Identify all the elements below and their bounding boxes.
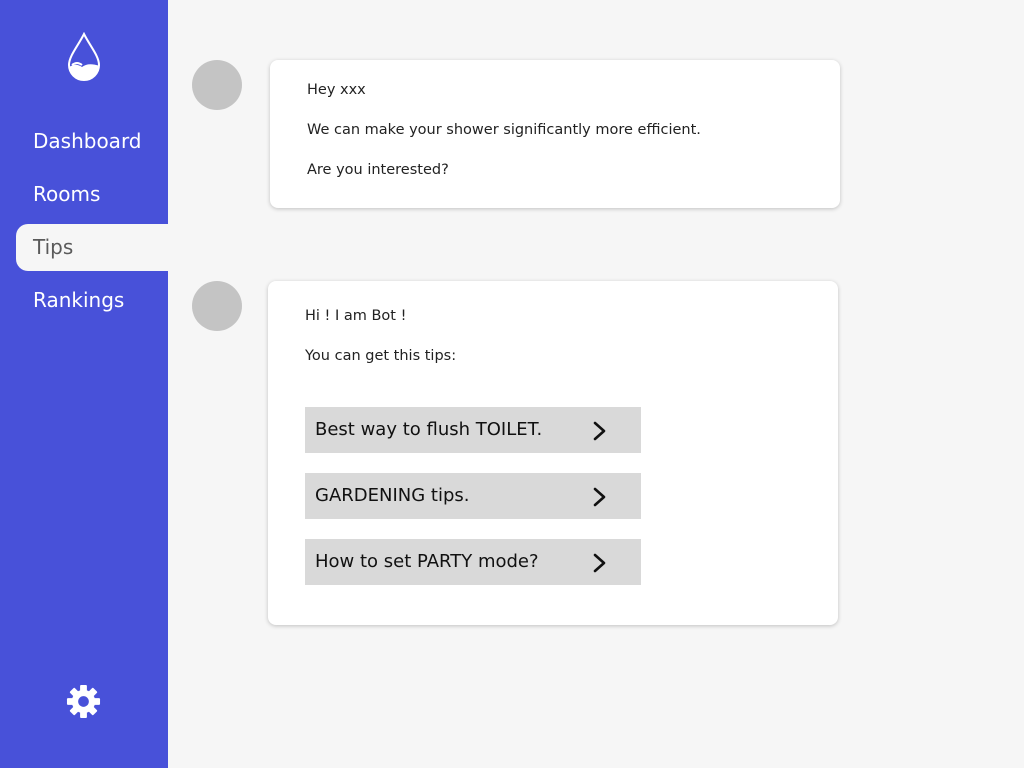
message-text: We can make your shower significantly mo… (307, 122, 701, 138)
message-text: You can get this tips: (305, 348, 457, 364)
gear-icon[interactable] (66, 684, 101, 719)
chevron-right-icon (593, 553, 606, 573)
sidebar-item-tips[interactable]: Tips (16, 224, 168, 271)
water-drop-icon (67, 32, 101, 81)
chevron-right-icon (593, 487, 606, 507)
tip-button-gardening[interactable]: GARDENING tips. (305, 473, 641, 519)
tip-button-party-mode[interactable]: How to set PARTY mode? (305, 539, 641, 585)
message-text: Hey xxx (307, 82, 366, 98)
tip-label: How to set PARTY mode? (315, 551, 539, 572)
avatar (192, 60, 242, 110)
tip-label: GARDENING tips. (315, 485, 470, 506)
tip-label: Best way to flush TOILET. (315, 419, 543, 440)
message-text: Hi ! I am Bot ! (305, 308, 407, 324)
sidebar-item-rankings[interactable]: Rankings (16, 277, 168, 324)
chat-message-card: Hey xxx We can make your shower signific… (270, 60, 840, 208)
message-text: Are you interested? (307, 162, 449, 178)
sidebar-nav: Dashboard Rooms Tips Rankings (0, 118, 168, 330)
sidebar-item-dashboard[interactable]: Dashboard (16, 118, 168, 165)
chat-message-card: Hi ! I am Bot ! You can get this tips: B… (268, 281, 838, 625)
app-window: Dashboard Rooms Tips Rankings Hey xxx We… (0, 0, 1024, 768)
tip-button-toilet[interactable]: Best way to flush TOILET. (305, 407, 641, 453)
sidebar: Dashboard Rooms Tips Rankings (0, 0, 168, 768)
avatar (192, 281, 242, 331)
chevron-right-icon (593, 421, 606, 441)
sidebar-item-rooms[interactable]: Rooms (16, 171, 168, 218)
